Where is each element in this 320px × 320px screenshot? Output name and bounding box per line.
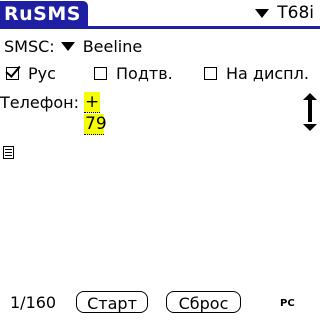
reset-button[interactable]: Сброс (166, 291, 241, 313)
scroll-bar (308, 100, 312, 122)
note-icon[interactable] (3, 146, 14, 159)
phone-input-line: + (84, 92, 101, 113)
checkbox-display[interactable]: На диспл. (204, 62, 309, 84)
field-scroller[interactable] (302, 93, 318, 135)
title-divider (0, 26, 320, 29)
model-selector-value: T68i (277, 3, 314, 23)
smsc-select[interactable]: Beeline (60, 36, 143, 56)
phone-input[interactable]: + 79 (84, 92, 284, 135)
smsc-label: SMSC: (4, 36, 55, 56)
phone-input-line: 79 (84, 114, 107, 135)
triangle-down-icon (255, 8, 270, 18)
title-bar: RuSMS T68i (0, 0, 320, 30)
checkbox-confirm[interactable]: Подтв. (94, 62, 173, 84)
checkbox-rus[interactable]: Рус (6, 62, 56, 84)
smsc-row: SMSC: Beeline (4, 35, 142, 57)
checkbox-checked-icon (6, 66, 19, 80)
app-title[interactable]: RuSMS (0, 1, 88, 27)
phone-label: Телефон: (0, 93, 80, 112)
checkbox-unchecked-icon (204, 66, 217, 80)
mode-indicator: PC (280, 298, 295, 309)
triangle-down-icon (60, 41, 75, 51)
checkbox-display-label: На диспл. (226, 63, 309, 83)
checkbox-rus-label: Рус (28, 63, 56, 83)
checkbox-confirm-label: Подтв. (116, 63, 173, 83)
scroll-down-arrow-icon[interactable] (303, 124, 317, 131)
options-row: Рус Подтв. На диспл. (6, 62, 320, 84)
start-button[interactable]: Старт (76, 291, 148, 313)
checkbox-unchecked-icon (94, 66, 107, 80)
scroll-up-arrow-icon[interactable] (303, 93, 317, 100)
model-selector[interactable]: T68i (255, 2, 314, 24)
char-counter: 1/160 (10, 293, 57, 312)
smsc-select-value: Beeline (82, 36, 143, 56)
